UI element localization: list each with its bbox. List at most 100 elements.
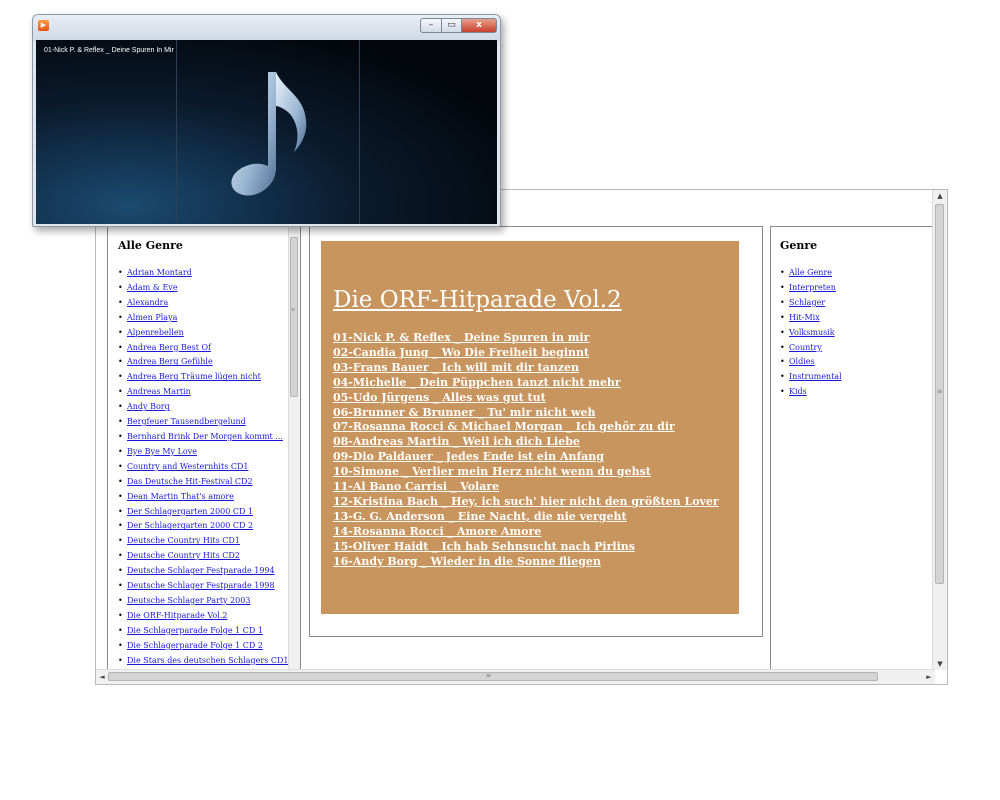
- left-frame-scrollbar[interactable]: ≡: [288, 227, 300, 669]
- artist-link[interactable]: Country and Westernhits CD1: [127, 462, 248, 471]
- track-link[interactable]: 02-Candia Jung _ Wo Die Freiheit beginnt: [333, 346, 589, 359]
- track-link[interactable]: 15-Oliver Haidt _ Ich hab Sehnsucht nach…: [333, 540, 635, 553]
- artist-link[interactable]: Almen Playa: [127, 313, 177, 322]
- scroll-up-icon[interactable]: ▲: [933, 190, 947, 202]
- track-link[interactable]: 14-Rosanna Rocci _ Amore Amore: [333, 525, 541, 538]
- track-link[interactable]: 09-Dio Paldauer _ Jedes Ende ist ein Anf…: [333, 450, 604, 463]
- media-player-visualization[interactable]: 01-Nick P. & Reflex _ Deine Spuren In Mi…: [36, 40, 497, 224]
- artist-link[interactable]: Andreas Martin: [127, 387, 191, 396]
- artist-item: • Deutsche Schlager Festparade 1994: [118, 564, 300, 579]
- artist-link[interactable]: Andrea Berg Träume lügen nicht: [127, 372, 261, 381]
- artist-link[interactable]: Die Schlagerparade Folge 1 CD 2: [127, 641, 263, 650]
- album-title[interactable]: Die ORF-Hitparade Vol.2: [333, 287, 622, 313]
- genre-item: • Country: [780, 341, 934, 356]
- track-link[interactable]: 08-Andreas Martin _ Weil ich dich Liebe: [333, 435, 580, 448]
- artist-link[interactable]: Bergfeuer Tausendbergelund: [127, 417, 246, 426]
- artist-link[interactable]: Die Schlagerparade Folge 1 CD 1: [127, 626, 263, 635]
- track-item: 08-Andreas Martin _ Weil ich dich Liebe: [333, 435, 719, 450]
- minimize-button[interactable]: –: [420, 18, 442, 33]
- track-link[interactable]: 04-Michelle _ Dein Püppchen tanzt nicht …: [333, 376, 621, 389]
- artist-link[interactable]: Andy Borg: [127, 402, 170, 411]
- genre-link[interactable]: Interpreten: [789, 283, 836, 292]
- genre-item: • Alle Genre: [780, 266, 934, 281]
- genre-link[interactable]: Instrumental: [789, 372, 842, 381]
- bullet-icon: •: [780, 357, 785, 367]
- artist-link[interactable]: Deutsche Country Hits CD2: [127, 551, 240, 560]
- track-link[interactable]: 03-Frans Bauer _ Ich will mit dir tanzen: [333, 361, 579, 374]
- track-link[interactable]: 12-Kristina Bach _ Hey, ich such' hier n…: [333, 495, 719, 508]
- artist-item: • Der Schlagergarten 2000 CD 2: [118, 519, 300, 534]
- track-link[interactable]: 01-Nick P. & Reflex _ Deine Spuren in mi…: [333, 331, 589, 344]
- scroll-down-icon[interactable]: ▼: [933, 658, 947, 670]
- bullet-icon: •: [780, 387, 785, 397]
- genre-link[interactable]: Alle Genre: [789, 268, 832, 277]
- bullet-icon: •: [118, 372, 123, 382]
- artist-link[interactable]: Der Schlagergarten 2000 CD 1: [127, 507, 253, 516]
- track-item: 16-Andy Borg _ Wieder in die Sonne flieg…: [333, 555, 719, 570]
- genre-link[interactable]: Country: [789, 343, 822, 352]
- artist-item: • Deutsche Country Hits CD2: [118, 549, 300, 564]
- genre-link[interactable]: Oldies: [789, 357, 815, 366]
- artist-link[interactable]: Bye Bye My Love: [127, 447, 197, 456]
- artist-link[interactable]: Deutsche Schlager Party 2003: [127, 596, 250, 605]
- close-button[interactable]: x: [461, 18, 497, 33]
- artist-link[interactable]: Andrea Berg Best Of: [127, 343, 211, 352]
- artist-item: • Das Deutsche Hit-Festival CD2: [118, 475, 300, 490]
- artist-link[interactable]: Adrian Montard: [127, 268, 192, 277]
- scroll-left-icon[interactable]: ◄: [96, 670, 108, 684]
- artist-list: • Adrian Montard • Adam & Eve • Alexandra • Alm…: [118, 266, 300, 668]
- page-horizontal-scroll-thumb[interactable]: [108, 672, 878, 681]
- track-item: 14-Rosanna Rocci _ Amore Amore: [333, 525, 719, 540]
- track-link[interactable]: 07-Rosanna Rocci & Michael Morgan _ Ich …: [333, 420, 675, 433]
- artist-link[interactable]: Alexandra: [127, 298, 168, 307]
- genre-item: • Oldies: [780, 355, 934, 370]
- page-horizontal-scroll-grip-icon: ≡: [486, 672, 492, 679]
- artist-link[interactable]: Deutsche Country Hits CD1: [127, 536, 240, 545]
- track-link[interactable]: 06-Brunner & Brunner _ Tu' mir nicht weh: [333, 406, 595, 419]
- browser-window: Alle Genre • Adrian Montard • Adam & Eve • Al…: [95, 189, 948, 685]
- page-vertical-scrollbar[interactable]: ▲ ≡ ▼: [932, 190, 947, 670]
- artist-link[interactable]: Das Deutsche Hit-Festival CD2: [127, 477, 253, 486]
- artist-item: • Deutsche Country Hits CD1: [118, 534, 300, 549]
- genre-item: • Kids: [780, 385, 934, 400]
- artist-link[interactable]: Die Stars des deutschen Schlagers CD1: [127, 656, 288, 665]
- artist-item: • Alexandra: [118, 296, 300, 311]
- artist-link[interactable]: Der Schlagergarten 2000 CD 2: [127, 521, 253, 530]
- artist-item: • Adrian Montard: [118, 266, 300, 281]
- left-frame-scroll-thumb[interactable]: [290, 237, 298, 397]
- genre-item: • Interpreten: [780, 281, 934, 296]
- bullet-icon: •: [118, 342, 123, 352]
- genre-link[interactable]: Schlager: [789, 298, 825, 307]
- artist-link[interactable]: Dean Martin That's amore: [127, 492, 234, 501]
- artist-link[interactable]: Deutsche Schlager Festparade 1994: [127, 566, 275, 575]
- genre-link[interactable]: Volksmusik: [789, 328, 835, 337]
- media-player-titlebar[interactable]: ▶ – ▭ x: [33, 15, 500, 41]
- track-link[interactable]: 13-G. G. Anderson _ Eine Nacht, die nie …: [333, 510, 627, 523]
- track-link[interactable]: 11-Al Bano Carrisi _ Volare: [333, 480, 499, 493]
- genre-link[interactable]: Kids: [789, 387, 807, 396]
- page-vertical-scroll-grip-icon: ≡: [937, 388, 943, 395]
- maximize-button[interactable]: ▭: [441, 18, 462, 33]
- bullet-icon: •: [118, 551, 123, 561]
- track-link[interactable]: 05-Udo Jürgens _ Alles was gut tut: [333, 391, 546, 404]
- artist-link[interactable]: Die ORF-Hitparade Vol.2: [127, 611, 227, 620]
- scroll-right-icon[interactable]: ►: [923, 670, 935, 684]
- artist-link[interactable]: Deutsche Schlager Festparade 1998: [127, 581, 275, 590]
- bullet-icon: •: [118, 655, 123, 665]
- genre-link[interactable]: Hit-Mix: [789, 313, 820, 322]
- artist-item: • Alpenrebellen: [118, 326, 300, 341]
- artist-item: • Country and Westernhits CD1: [118, 460, 300, 475]
- artist-link[interactable]: Alpenrebellen: [127, 328, 184, 337]
- track-item: 12-Kristina Bach _ Hey, ich such' hier n…: [333, 495, 719, 510]
- track-link[interactable]: 10-Simone _ Verlier mein Herz nicht wenn…: [333, 465, 651, 478]
- track-item: 13-G. G. Anderson _ Eine Nacht, die nie …: [333, 510, 719, 525]
- genre-item: • Schlager: [780, 296, 934, 311]
- artist-link[interactable]: Adam & Eve: [127, 283, 178, 292]
- track-link[interactable]: 16-Andy Borg _ Wieder in die Sonne flieg…: [333, 555, 601, 568]
- right-frame-heading: Genre: [780, 239, 818, 252]
- media-player-window[interactable]: ▶ – ▭ x 01-Nick P. & Reflex _ Deine Spur…: [32, 14, 501, 227]
- page-horizontal-scrollbar[interactable]: ◄ ≡ ►: [96, 669, 935, 684]
- bullet-icon: •: [118, 476, 123, 486]
- artist-link[interactable]: Andrea Berg Gefühle: [127, 357, 213, 366]
- artist-link[interactable]: Bernhard Brink Der Morgen kommt ...: [127, 432, 283, 441]
